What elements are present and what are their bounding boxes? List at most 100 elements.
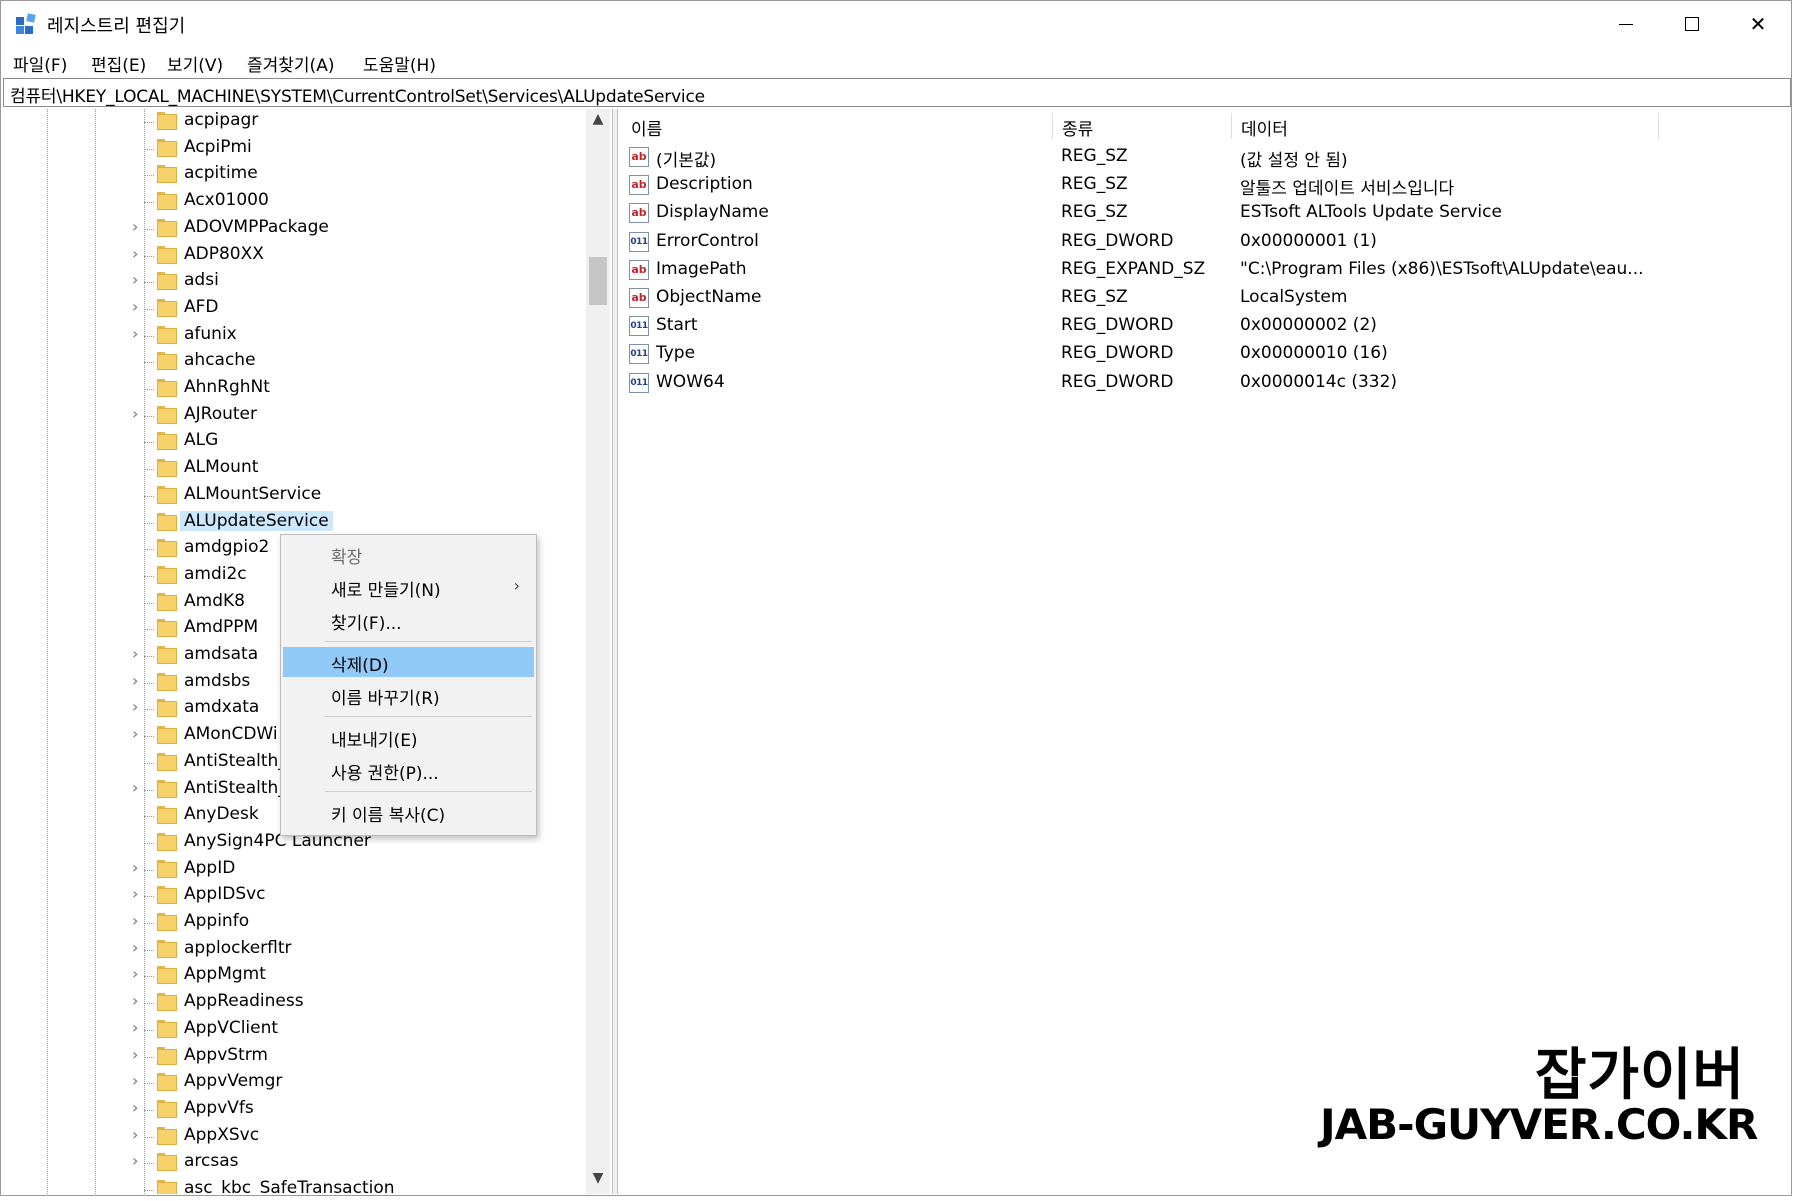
expand-chevron-icon[interactable]: › <box>132 938 138 957</box>
minimize-button[interactable] <box>1593 1 1659 47</box>
tree-item[interactable]: › AppvStrm <box>3 1044 583 1070</box>
scroll-down-arrow-icon[interactable]: ▼ <box>586 1170 610 1192</box>
tree-item-label: AJRouter <box>184 404 257 424</box>
expand-chevron-icon[interactable]: › <box>132 991 138 1010</box>
column-header-name[interactable]: 이름 <box>631 115 662 140</box>
tree-item[interactable]: asc_kbc_SafeTransaction <box>3 1177 583 1194</box>
column-header-type[interactable]: 종류 <box>1062 115 1093 140</box>
tree-item-label: AntiStealth_ <box>184 778 287 798</box>
tree-item[interactable]: › AFD <box>3 296 583 322</box>
expand-chevron-icon[interactable]: › <box>132 1071 138 1090</box>
expand-chevron-icon[interactable]: › <box>132 778 138 797</box>
expand-chevron-icon[interactable]: › <box>132 270 138 289</box>
ctx-find[interactable]: 찾기(F)... <box>283 605 534 635</box>
tree-item[interactable]: › ADP80XX <box>3 243 583 269</box>
expand-chevron-icon[interactable]: › <box>132 1151 138 1170</box>
expand-chevron-icon[interactable]: › <box>132 324 138 343</box>
ctx-permissions[interactable]: 사용 권한(P)... <box>283 755 534 785</box>
ctx-rename[interactable]: 이름 바꾸기(R) <box>283 680 534 710</box>
tree-item-label: AFD <box>184 297 219 317</box>
tree-item[interactable]: › Appinfo <box>3 910 583 936</box>
tree-item[interactable]: acpipagr <box>3 109 583 135</box>
column-divider[interactable] <box>1658 113 1659 139</box>
expand-chevron-icon[interactable]: › <box>132 644 138 663</box>
expand-chevron-icon[interactable]: › <box>132 964 138 983</box>
tree-item[interactable]: › AppvVemgr <box>3 1070 583 1096</box>
tree-item-label: ALUpdateService <box>180 511 333 531</box>
expand-chevron-icon[interactable]: › <box>132 1018 138 1037</box>
tree-item[interactable]: › AppMgmt <box>3 963 583 989</box>
expand-chevron-icon[interactable]: › <box>132 1125 138 1144</box>
tree-item[interactable]: › ADOVMPPackage <box>3 216 583 242</box>
tree-item[interactable]: › AppIDSvc <box>3 883 583 909</box>
tree-item[interactable]: › AppXSvc <box>3 1124 583 1150</box>
tree-item[interactable]: › AppID <box>3 857 583 883</box>
tree-item[interactable]: › afunix <box>3 323 583 349</box>
tree-item[interactable]: ALMount <box>3 456 583 482</box>
expand-chevron-icon[interactable]: › <box>132 244 138 263</box>
folder-icon <box>157 406 177 424</box>
tree-item[interactable]: AcpiPmi <box>3 136 583 162</box>
close-button[interactable]: ✕ <box>1725 1 1791 47</box>
tree-item[interactable]: › AppvVfs <box>3 1097 583 1123</box>
maximize-button[interactable] <box>1659 1 1725 47</box>
tree-item[interactable]: › applockerfltr <box>3 937 583 963</box>
tree-item[interactable]: ALUpdateService <box>3 510 583 536</box>
value-row[interactable]: ab ObjectName REG_SZ LocalSystem <box>620 284 1790 312</box>
tree-item[interactable]: ALG <box>3 429 583 455</box>
expand-chevron-icon[interactable]: › <box>132 911 138 930</box>
folder-icon <box>157 326 177 344</box>
tree-item-label: ALG <box>184 430 219 450</box>
expand-chevron-icon[interactable]: › <box>132 404 138 423</box>
menu-view[interactable]: 보기(V) <box>167 51 223 76</box>
folder-icon <box>157 1047 177 1065</box>
expand-chevron-icon[interactable]: › <box>132 724 138 743</box>
tree-item[interactable]: ALMountService <box>3 483 583 509</box>
menu-edit[interactable]: 편집(E) <box>91 51 146 76</box>
value-row[interactable]: 011 Type REG_DWORD 0x00000010 (16) <box>620 340 1790 368</box>
ctx-new[interactable]: 새로 만들기(N) › <box>283 572 534 602</box>
value-row[interactable]: ab Description REG_SZ 알툴즈 업데이트 서비스입니다 <box>620 171 1790 199</box>
expand-chevron-icon[interactable]: › <box>132 1045 138 1064</box>
tree-item[interactable]: ahcache <box>3 349 583 375</box>
expand-chevron-icon[interactable]: › <box>132 671 138 690</box>
column-divider[interactable] <box>1052 113 1053 139</box>
tree-item[interactable]: acpitime <box>3 162 583 188</box>
folder-icon <box>157 486 177 504</box>
tree-item[interactable]: › AppVClient <box>3 1017 583 1043</box>
ctx-delete[interactable]: 삭제(D) <box>283 647 534 677</box>
folder-icon <box>157 299 177 317</box>
expand-chevron-icon[interactable]: › <box>132 217 138 236</box>
tree-item[interactable]: › adsi <box>3 269 583 295</box>
expand-chevron-icon[interactable]: › <box>132 884 138 903</box>
ctx-export[interactable]: 내보내기(E) <box>283 722 534 752</box>
value-row[interactable]: ab (기본값) REG_SZ (값 설정 안 됨) <box>620 143 1790 171</box>
expand-chevron-icon[interactable]: › <box>132 297 138 316</box>
address-bar[interactable]: 컴퓨터\HKEY_LOCAL_MACHINE\SYSTEM\CurrentCon… <box>3 78 1791 107</box>
ctx-expand[interactable]: 확장 <box>283 539 534 569</box>
menu-help[interactable]: 도움말(H) <box>363 51 436 76</box>
value-type: REG_EXPAND_SZ <box>1061 258 1206 279</box>
tree-item[interactable]: › AJRouter <box>3 403 583 429</box>
menu-favorites[interactable]: 즐겨찾기(A) <box>247 51 334 76</box>
expand-chevron-icon[interactable]: › <box>132 1098 138 1117</box>
ctx-copy-key-name[interactable]: 키 이름 복사(C) <box>283 797 534 827</box>
tree-item[interactable]: Acx01000 <box>3 189 583 215</box>
value-row[interactable]: 011 WOW64 REG_DWORD 0x0000014c (332) <box>620 369 1790 397</box>
scroll-thumb[interactable] <box>589 257 607 305</box>
tree-item[interactable]: › AppReadiness <box>3 990 583 1016</box>
tree-item[interactable]: AhnRghNt <box>3 376 583 402</box>
value-row[interactable]: 011 ErrorControl REG_DWORD 0x00000001 (1) <box>620 228 1790 256</box>
column-divider[interactable] <box>1231 113 1232 139</box>
scroll-up-arrow-icon[interactable]: ▲ <box>586 111 610 133</box>
value-row[interactable]: ab ImagePath REG_EXPAND_SZ "C:\Program File… <box>620 256 1790 284</box>
value-row[interactable]: ab DisplayName REG_SZ ESTsoft ALTools Updat… <box>620 199 1790 227</box>
tree-item[interactable]: › arcsas <box>3 1150 583 1176</box>
tree-scrollbar[interactable]: ▲ ▼ <box>586 109 610 1194</box>
column-header-data[interactable]: 데이터 <box>1241 115 1288 140</box>
expand-chevron-icon[interactable]: › <box>132 858 138 877</box>
value-row[interactable]: 011 Start REG_DWORD 0x00000002 (2) <box>620 312 1790 340</box>
expand-chevron-icon[interactable]: › <box>132 697 138 716</box>
menu-file[interactable]: 파일(F) <box>13 51 67 76</box>
pane-splitter[interactable] <box>612 109 618 1194</box>
